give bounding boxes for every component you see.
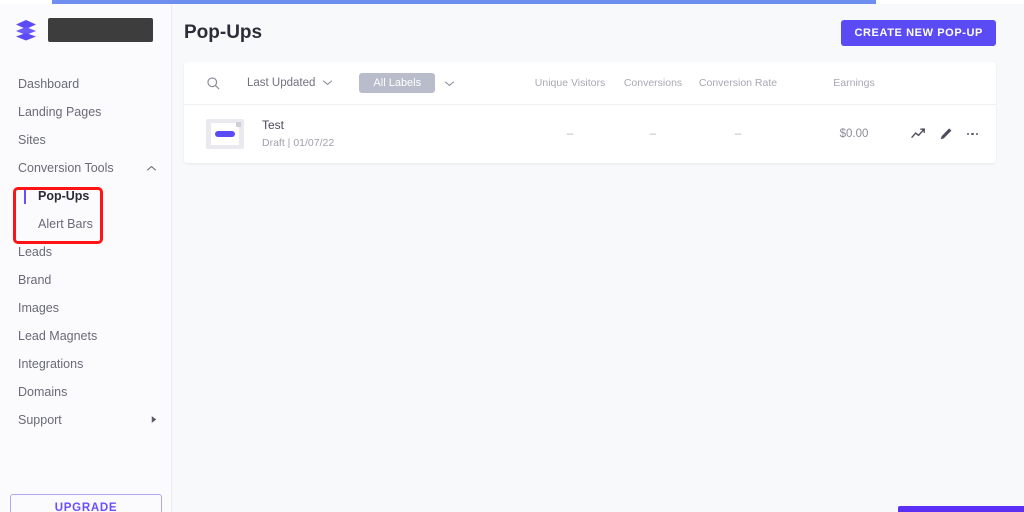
sidebar-nav: Dashboard Landing Pages Sites Conversion… [0, 56, 171, 434]
column-header-conversions: Conversions [623, 77, 683, 89]
main-content: Pop-Ups CREATE NEW POP-UP Last Updated A… [172, 4, 1024, 512]
sidebar-item-leads[interactable]: Leads [0, 238, 171, 266]
chevron-down-icon [322, 77, 333, 89]
chevron-down-icon [444, 74, 455, 92]
upgrade-button-label: UPGRADE [54, 502, 118, 512]
sidebar-item-images[interactable]: Images [0, 294, 171, 322]
sidebar-item-label: Conversion Tools [18, 161, 114, 175]
row-values: – – – $0.00 [524, 127, 996, 141]
sidebar-item-sites[interactable]: Sites [0, 126, 171, 154]
popup-name: Test [262, 118, 285, 132]
sidebar-item-pop-ups[interactable]: Pop-Ups [0, 182, 171, 210]
sidebar-item-alert-bars[interactable]: Alert Bars [0, 210, 171, 238]
sidebar-item-label: Integrations [18, 357, 84, 371]
sidebar-brand-row [0, 4, 171, 56]
column-header-earnings: Earnings [833, 77, 875, 89]
row-actions [892, 127, 978, 141]
sidebar-item-label: Support [18, 413, 62, 427]
layers-stack-icon[interactable] [14, 19, 38, 41]
sidebar-item-integrations[interactable]: Integrations [0, 350, 171, 378]
active-indicator [24, 187, 26, 204]
account-name-redacted [48, 18, 153, 42]
sidebar-item-label: Landing Pages [18, 105, 102, 119]
sidebar-item-landing-pages[interactable]: Landing Pages [0, 98, 171, 126]
sidebar-item-support[interactable]: Support [0, 406, 171, 434]
trending-up-icon[interactable] [910, 127, 925, 141]
search-icon[interactable] [206, 76, 221, 91]
sidebar: Dashboard Landing Pages Sites Conversion… [0, 4, 172, 512]
app-root: Dashboard Landing Pages Sites Conversion… [0, 0, 1024, 512]
sidebar-item-label: Pop-Ups [38, 189, 90, 203]
labels-filter-value: All Labels [359, 73, 436, 93]
sidebar-subgroup-conversion-tools: Pop-Ups Alert Bars [0, 182, 171, 238]
sidebar-item-label: Brand [18, 273, 52, 287]
page-header: Pop-Ups CREATE NEW POP-UP [172, 4, 1024, 62]
chevron-up-icon [146, 161, 157, 175]
caret-right-icon [151, 413, 157, 427]
page-title: Pop-Ups [184, 22, 263, 43]
sidebar-item-label: Leads [18, 245, 53, 259]
column-header-unique-visitors: Unique Visitors [534, 77, 606, 89]
popups-list-card: Last Updated All Labels Unique Visitors … [184, 62, 996, 163]
table-row[interactable]: Test Draft | 01/07/22 – – – $0.00 [184, 105, 996, 163]
cell-conversions: – [649, 128, 657, 140]
sort-dropdown-value: Last Updated [247, 77, 316, 89]
sort-dropdown[interactable]: Last Updated [247, 77, 333, 89]
row-text-block: Test Draft | 01/07/22 [262, 117, 334, 151]
column-headers: Unique Visitors Conversions Conversion R… [524, 77, 996, 89]
popup-preview-corner-dot [236, 122, 241, 127]
column-header-conversion-rate: Conversion Rate [698, 77, 778, 89]
sidebar-item-label: Dashboard [18, 77, 80, 91]
sidebar-item-label: Domains [18, 385, 68, 399]
popup-preview-bar [215, 131, 235, 137]
sidebar-item-label: Images [18, 301, 59, 315]
create-new-popup-button[interactable]: CREATE NEW POP-UP [841, 20, 996, 46]
cell-unique-visitors: – [566, 128, 574, 140]
sidebar-item-lead-magnets[interactable]: Lead Magnets [0, 322, 171, 350]
sidebar-item-brand[interactable]: Brand [0, 266, 171, 294]
chat-widget-strip[interactable] [898, 506, 1024, 512]
popup-status-date: Draft | 01/07/22 [262, 137, 335, 149]
list-toolbar: Last Updated All Labels Unique Visitors … [184, 62, 996, 105]
sidebar-item-conversion-tools[interactable]: Conversion Tools [0, 154, 171, 182]
sidebar-item-label: Sites [18, 133, 46, 147]
cell-earnings: $0.00 [839, 128, 869, 140]
sidebar-item-label: Lead Magnets [18, 329, 98, 343]
pencil-edit-icon[interactable] [939, 127, 953, 141]
cell-conversion-rate: – [734, 128, 742, 140]
sidebar-item-domains[interactable]: Domains [0, 378, 171, 406]
popup-preview-icon [206, 119, 244, 149]
labels-filter-dropdown[interactable]: All Labels [359, 73, 455, 93]
upgrade-button[interactable]: UPGRADE [10, 494, 162, 512]
sidebar-item-label: Alert Bars [38, 217, 93, 231]
more-options-icon[interactable] [966, 132, 978, 136]
sidebar-item-dashboard[interactable]: Dashboard [0, 70, 171, 98]
